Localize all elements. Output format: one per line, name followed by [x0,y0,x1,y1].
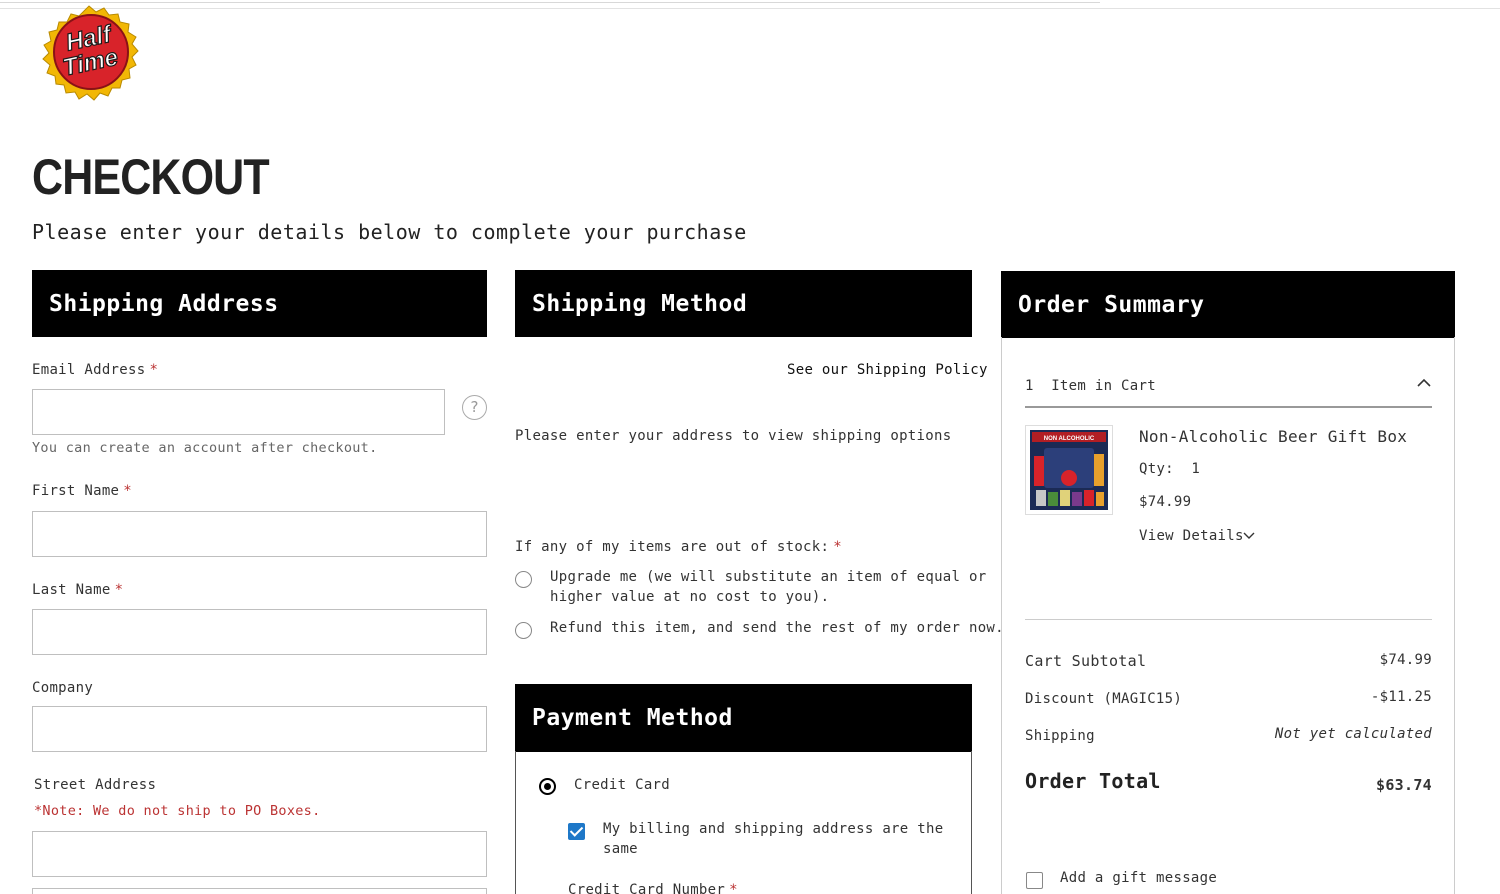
required-mark: * [114,582,124,598]
shipping-policy-link[interactable]: See our Shipping Policy [787,360,988,380]
chevron-up-icon[interactable] [1416,377,1432,389]
upgrade-option-line2: higher value at no cost to you). [550,589,830,605]
shipping-options-placeholder: Please enter your address to view shippi… [515,428,952,444]
credit-card-radio[interactable] [539,778,556,795]
street-address-line2-field[interactable] [32,888,487,894]
shipping-address-heading: Shipping Address [32,270,487,337]
credit-card-label[interactable]: Credit Card [574,775,670,795]
payment-method-heading: Payment Method [515,684,972,752]
halftime-logo[interactable]: Half Time [30,4,148,112]
last-name-label: Last Name * [32,582,123,598]
gift-message-label[interactable]: Add a gift message [1060,868,1217,888]
out-of-stock-label-text: If any of my items are out of stock: [515,539,830,555]
email-hint: You can create an account after checkout… [32,440,378,456]
out-of-stock-label: If any of my items are out of stock: * [515,537,842,557]
view-details-label: View Details [1139,528,1244,544]
upgrade-option-label[interactable]: Upgrade me (we will substitute an item o… [550,567,986,607]
required-mark: * [149,362,159,378]
billing-same-line2: same [603,841,638,857]
required-mark: * [123,483,133,499]
chevron-down-icon[interactable] [1242,531,1256,541]
company-field[interactable] [32,706,487,752]
cart-subtotal-value: $74.99 [1379,652,1432,668]
svg-text:NON ALCOHOLIC: NON ALCOHOLIC [1044,436,1095,442]
email-label-text: Email Address [32,362,146,378]
required-mark: * [729,882,738,894]
billing-same-line1: My billing and shipping address are the [603,821,944,837]
discount-value: -$11.25 [1370,689,1432,705]
refund-option-label[interactable]: Refund this item, and send the rest of m… [550,618,1004,638]
totals-divider [1025,619,1432,620]
order-total-label: Order Total [1025,769,1161,793]
gift-box-image: NON ALCOHOLIC [1030,430,1108,510]
gift-message-checkbox[interactable] [1026,872,1043,889]
cart-divider [1025,406,1432,408]
order-summary-heading: Order Summary [1001,271,1455,338]
items-count: 1 [1025,378,1034,394]
refund-radio[interactable] [515,622,532,639]
top-bar [0,0,1100,3]
first-name-field[interactable] [32,511,487,557]
first-name-label-text: First Name [32,483,120,499]
product-price: $74.99 [1139,494,1192,510]
card-number-label-text: Credit Card Number [568,882,726,894]
upgrade-radio[interactable] [515,571,532,588]
shipping-method-heading: Shipping Method [515,270,972,337]
last-name-label-text: Last Name [32,582,111,598]
page-title: CHECKOUT [32,149,270,205]
shipping-label: Shipping [1025,728,1095,744]
cart-subtotal-label: Cart Subtotal [1025,652,1147,670]
company-label: Company [32,680,94,696]
last-name-field[interactable] [32,609,487,655]
view-details-toggle[interactable]: View Details [1139,526,1244,546]
discount-label: Discount (MAGIC15) [1025,691,1183,707]
email-field[interactable] [32,389,445,435]
billing-same-label[interactable]: My billing and shipping address are the … [603,819,943,859]
question-circle-icon[interactable]: ? [462,395,487,420]
shipping-value: Not yet calculated [1274,726,1432,742]
card-number-label: Credit Card Number * [568,880,738,894]
bottle-cap-logo-icon: Half Time [42,5,139,101]
required-mark: * [833,539,842,555]
order-summary-panel [1001,337,1455,894]
upgrade-option-line1: Upgrade me (we will substitute an item o… [550,569,987,585]
product-name[interactable]: Non-Alcoholic Beer Gift Box [1139,427,1407,447]
items-label: Item in Cart [1051,378,1156,394]
email-label: Email Address * [32,362,158,378]
street-address-field[interactable] [32,831,487,877]
qty-label: Qty: [1139,461,1174,477]
order-total-value: $63.74 [1376,776,1432,794]
product-image[interactable]: NON ALCOHOLIC [1025,425,1113,515]
billing-same-checkbox[interactable] [568,823,585,840]
street-address-label: Street Address [34,777,157,793]
product-qty: Qty: 1 [1139,459,1200,479]
po-box-note: *Note: We do not ship to PO Boxes. [34,803,321,819]
page-subtitle: Please enter your details below to compl… [32,220,747,244]
first-name-label: First Name * [32,483,132,499]
browser-top-divider [0,0,1500,9]
qty-value: 1 [1191,461,1201,477]
items-in-cart-toggle[interactable]: 1 Item in Cart [1025,376,1156,396]
